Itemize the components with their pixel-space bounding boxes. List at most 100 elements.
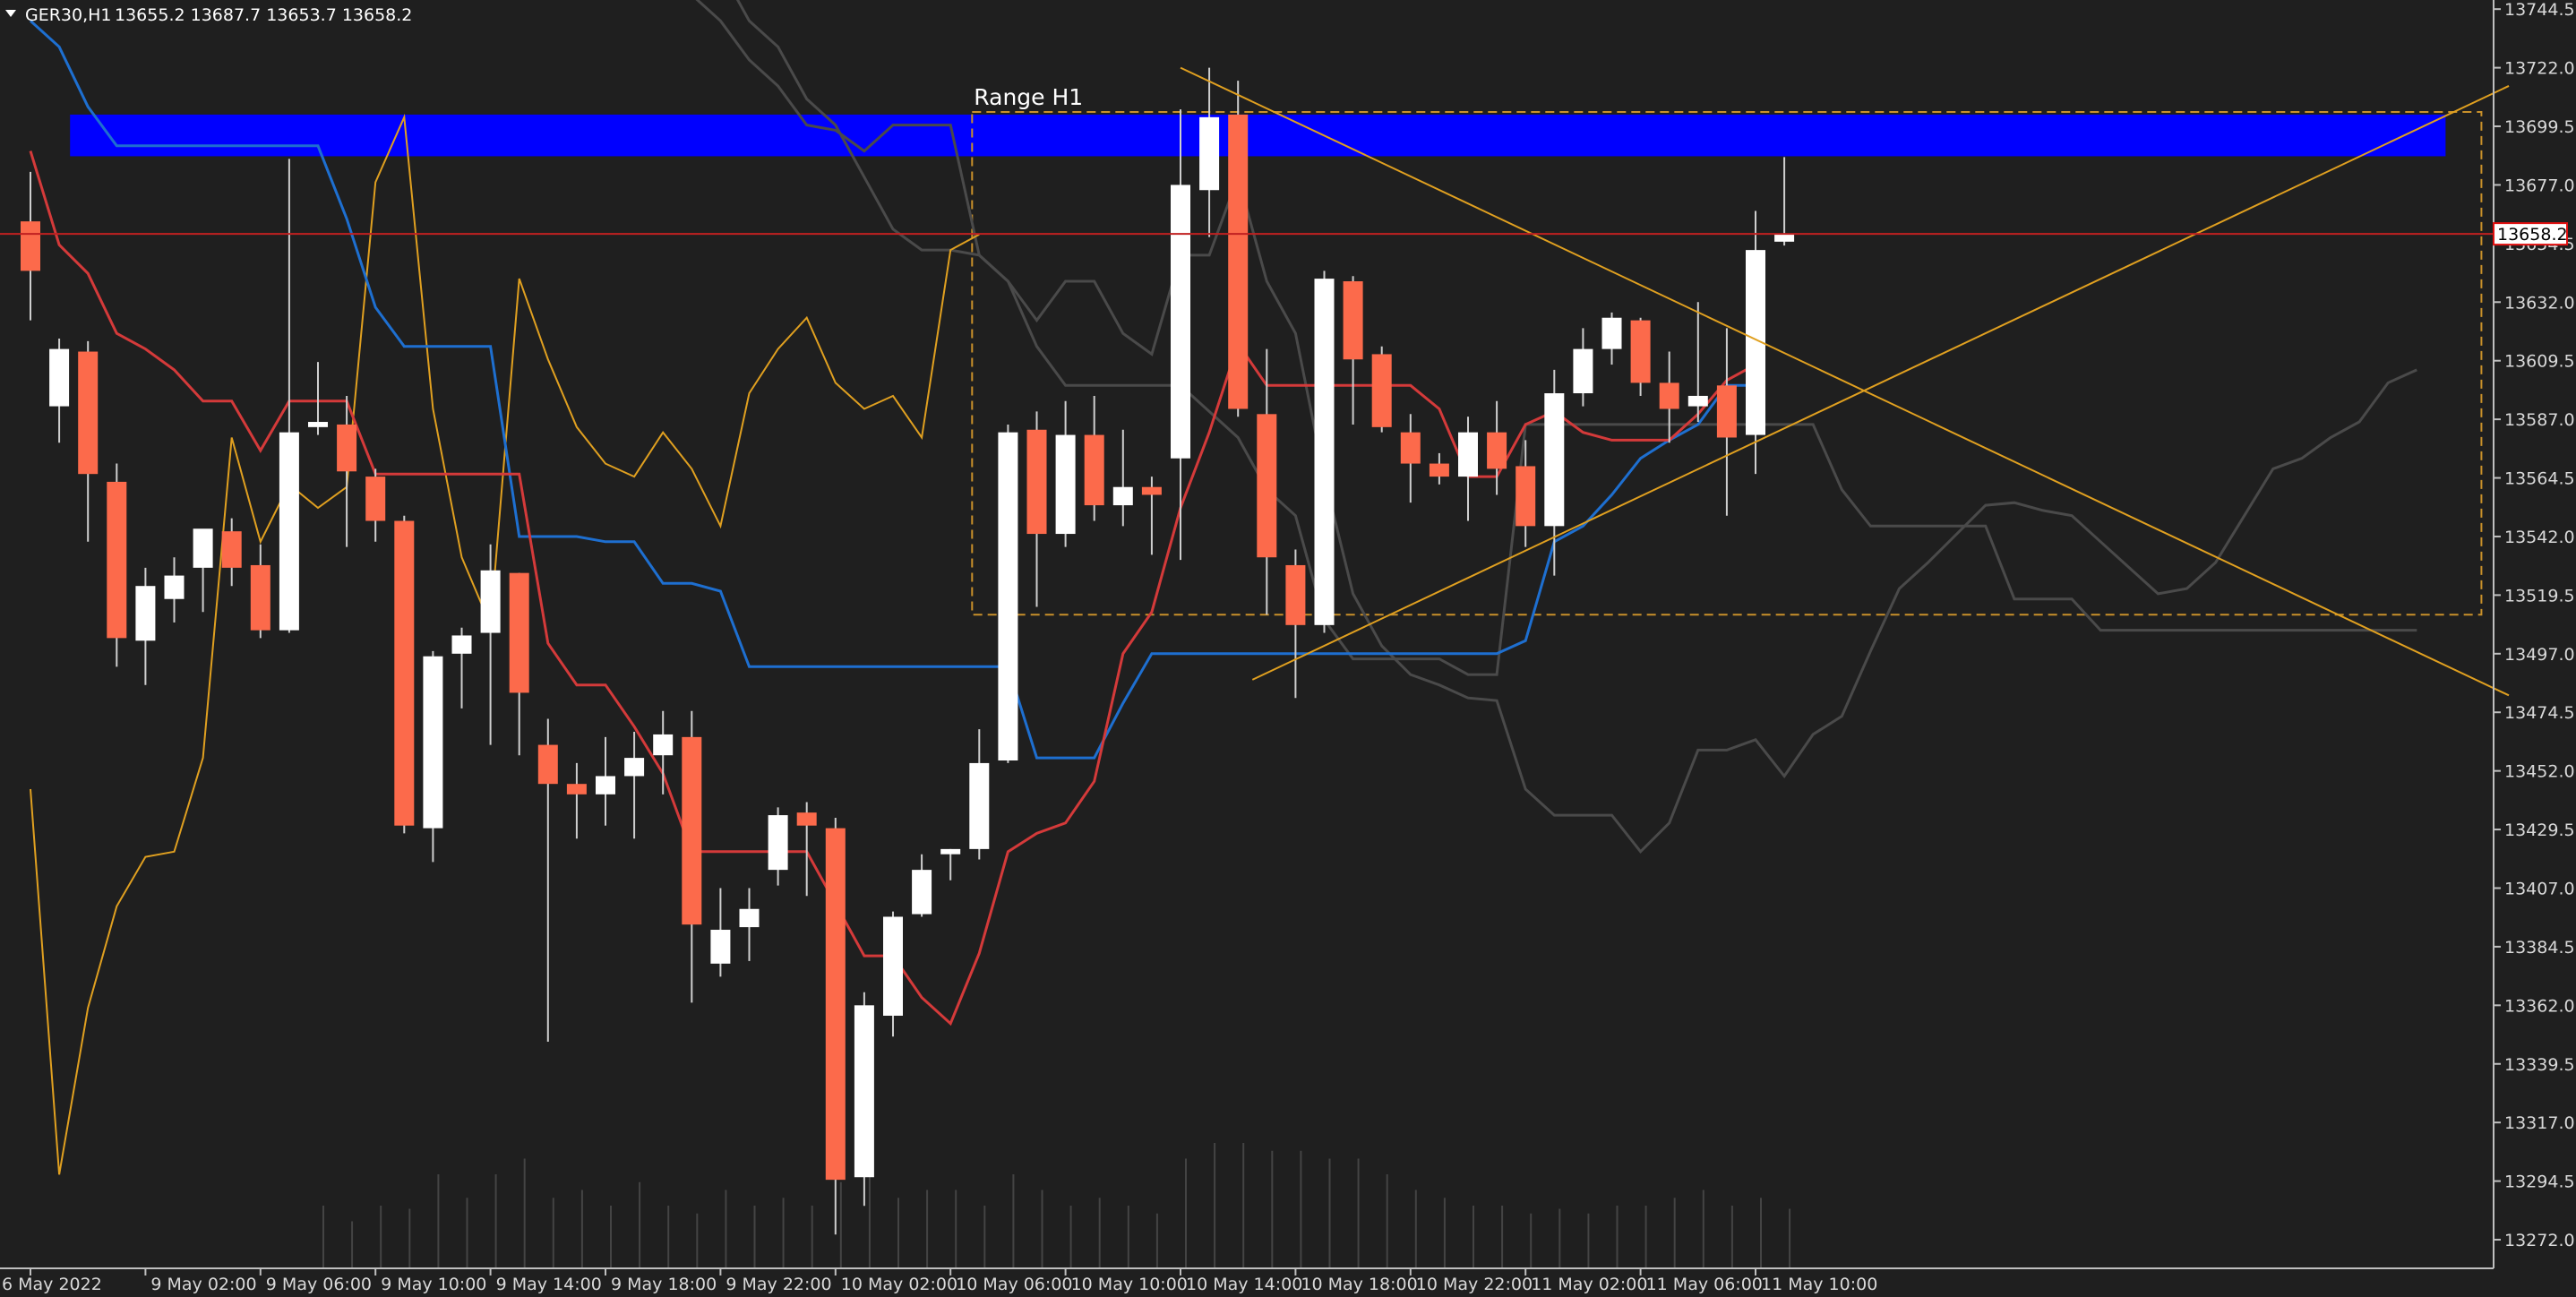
price-tick-label: 13699.5 (2504, 117, 2575, 137)
time-tick-label: 9 May 10:00 (381, 1275, 486, 1294)
bear-candle (1285, 564, 1306, 625)
bull-candle (1774, 234, 1795, 242)
price-tick-label: 13609.5 (2504, 352, 2575, 372)
bear-candle (1141, 486, 1162, 495)
bull-candle (1544, 393, 1565, 527)
bear-candle (1716, 385, 1737, 438)
price-tick-label: 13452.0 (2504, 762, 2575, 782)
price-tick-label: 13587.0 (2504, 410, 2575, 430)
price-tick-label: 13677.0 (2504, 176, 2575, 195)
time-tick-label: 10 May 06:00 (956, 1275, 1072, 1294)
price-tick-label: 13317.0 (2504, 1113, 2575, 1133)
price-tick-label: 13339.5 (2504, 1055, 2575, 1075)
bull-candle (940, 848, 961, 855)
current-price-tag-text: 13658.2 (2497, 225, 2568, 245)
bear-candle (221, 531, 242, 568)
time-tick-label: 11 May 10:00 (1761, 1275, 1877, 1294)
bull-candle (1687, 395, 1708, 407)
bull-candle (49, 348, 70, 407)
bear-candle (509, 572, 529, 693)
bear-candle (1630, 320, 1651, 383)
bull-candle (164, 575, 185, 599)
price-tick-label: 13519.5 (2504, 586, 2575, 606)
bear-candle (337, 424, 357, 472)
time-tick-label: 11 May 06:00 (1646, 1275, 1763, 1294)
time-tick-label: 9 May 18:00 (611, 1275, 717, 1294)
bull-candle (596, 776, 615, 795)
price-tick-label: 13497.0 (2504, 645, 2575, 665)
blue-zone (70, 114, 2446, 157)
time-tick-label: 9 May 22:00 (726, 1275, 831, 1294)
bull-candle (739, 908, 760, 928)
time-tick-label: 10 May 02:00 (841, 1275, 957, 1294)
time-tick-label: 10 May 14:00 (1186, 1275, 1302, 1294)
price-tick-label: 13294.5 (2504, 1172, 2575, 1192)
bear-candle (250, 564, 270, 631)
bear-candle (21, 221, 40, 271)
bull-candle (1601, 317, 1622, 349)
bear-candle (1659, 382, 1679, 409)
bull-candle (308, 422, 328, 427)
bear-candle (1429, 463, 1449, 477)
symbol-label: GER30,H1 (25, 5, 112, 25)
bull-candle (1314, 279, 1335, 625)
bear-candle (1371, 354, 1392, 427)
bull-candle (1171, 185, 1190, 459)
price-tick-label: 13429.5 (2504, 820, 2575, 840)
bear-candle (1516, 466, 1536, 527)
price-tick-label: 13474.5 (2504, 703, 2575, 723)
bull-candle (451, 635, 472, 654)
bull-candle (998, 432, 1018, 761)
bull-candle (883, 916, 903, 1016)
bull-candle (1199, 116, 1220, 191)
bear-candle (1343, 281, 1363, 360)
bear-candle (1026, 429, 1047, 535)
bull-candle (193, 528, 213, 568)
bear-candle (682, 736, 702, 925)
bull-candle (854, 1005, 874, 1178)
chart-header: GER30,H1 13655.2 13687.7 13653.7 13658.2 (5, 5, 412, 25)
price-tick-label: 13384.5 (2504, 938, 2575, 958)
bear-candle (394, 520, 415, 826)
bull-candle (1055, 434, 1076, 535)
bear-candle (365, 477, 386, 521)
time-tick-label: 9 May 14:00 (496, 1275, 602, 1294)
bear-candle (566, 784, 587, 795)
time-tick-label: 6 May 2022 (2, 1275, 102, 1294)
price-tick-label: 13632.0 (2504, 293, 2575, 313)
bear-candle (1487, 432, 1507, 469)
blue-zone-layer (70, 114, 2446, 157)
bear-candle (1084, 434, 1104, 506)
bear-candle (1257, 414, 1277, 558)
bear-candle (796, 812, 817, 826)
bull-candle (653, 734, 674, 756)
current-price-tag: 13658.2 (2493, 222, 2568, 246)
bull-candle (1458, 432, 1478, 477)
price-tick-label: 13542.0 (2504, 528, 2575, 547)
range-box-label: Range H1 (974, 84, 1083, 110)
time-tick-label: 10 May 18:00 (1301, 1275, 1417, 1294)
price-tick-label: 13362.0 (2504, 996, 2575, 1016)
time-tick-label: 9 May 06:00 (266, 1275, 372, 1294)
bull-candle (710, 930, 731, 964)
bull-candle (768, 815, 788, 871)
bull-candle (969, 762, 990, 849)
bull-candle (279, 432, 299, 631)
time-tick-label: 10 May 10:00 (1071, 1275, 1188, 1294)
time-tick-label: 9 May 02:00 (150, 1275, 256, 1294)
bull-candle (624, 758, 645, 777)
time-tick-label: 10 May 22:00 (1416, 1275, 1533, 1294)
bear-candle (825, 828, 846, 1181)
chart[interactable]: 13744.513722.013699.513677.013654.513632… (0, 0, 2576, 1297)
chart-background (0, 0, 2576, 1297)
bear-candle (1228, 114, 1249, 409)
bull-candle (912, 870, 932, 915)
price-tick-label: 13407.0 (2504, 879, 2575, 898)
price-tick-label: 13272.0 (2504, 1231, 2575, 1250)
bear-candle (107, 481, 127, 639)
price-tick-label: 13722.0 (2504, 59, 2575, 79)
bear-candle (78, 351, 99, 475)
bear-candle (1400, 432, 1421, 464)
price-tick-label: 13564.5 (2504, 469, 2575, 489)
time-tick-label: 11 May 02:00 (1531, 1275, 1647, 1294)
